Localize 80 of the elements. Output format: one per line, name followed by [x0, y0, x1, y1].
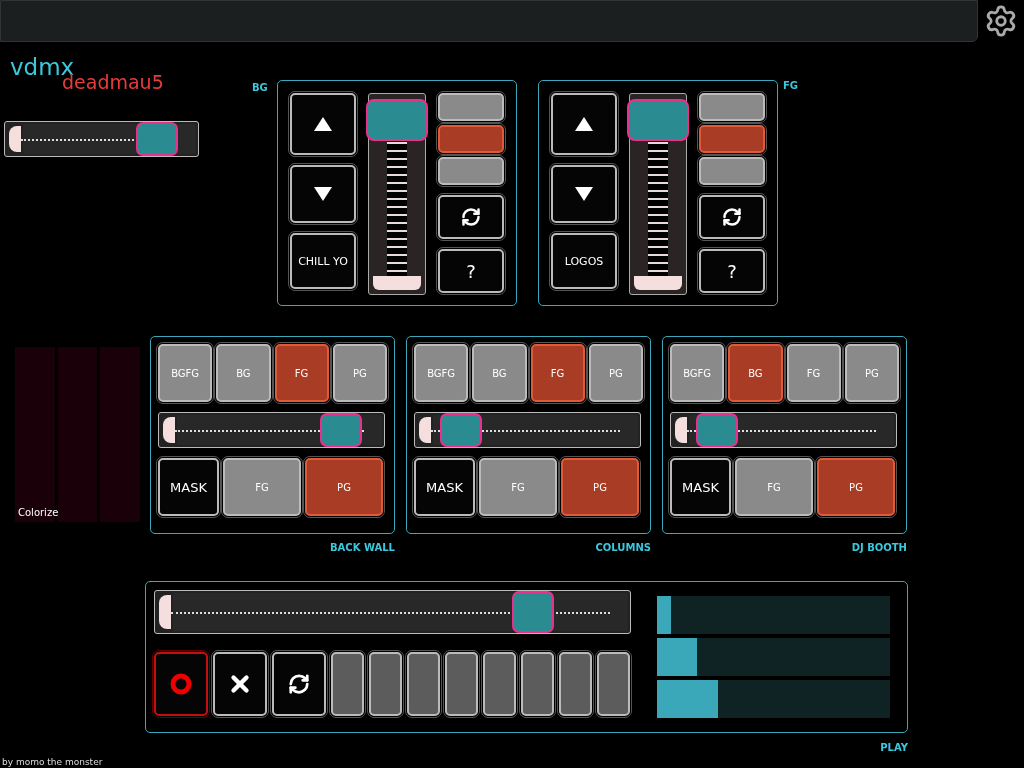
- pad-button[interactable]: [445, 652, 478, 716]
- slider-end-cap: [9, 126, 21, 152]
- fader-thumb[interactable]: [627, 98, 689, 141]
- zone-label: COLUMNS: [595, 542, 651, 553]
- slider-end-cap: [159, 595, 171, 629]
- panel-label: FG: [783, 80, 799, 91]
- colorize-label: Colorize: [18, 507, 59, 518]
- source-button[interactable]: PG: [588, 344, 643, 402]
- source-button[interactable]: FG: [274, 344, 329, 402]
- record-button[interactable]: [154, 652, 208, 716]
- up-arrow-icon: [575, 117, 593, 131]
- slider-thumb[interactable]: [439, 413, 482, 447]
- source-button[interactable]: BGFG: [158, 344, 213, 402]
- slider-thumb[interactable]: [320, 413, 363, 447]
- toggle-button[interactable]: [438, 93, 504, 121]
- record-icon: [170, 673, 192, 695]
- clear-button[interactable]: [213, 652, 267, 716]
- pad-button[interactable]: [331, 652, 364, 716]
- toggle-button[interactable]: [699, 157, 765, 185]
- up-button[interactable]: [551, 93, 617, 155]
- pad-button[interactable]: [597, 652, 630, 716]
- zone-label: BACK WALL: [330, 542, 395, 553]
- mask-button[interactable]: MASK: [414, 458, 475, 516]
- slider-thumb[interactable]: [135, 122, 178, 156]
- pad-button[interactable]: [483, 652, 516, 716]
- help-button[interactable]: ?: [699, 249, 765, 293]
- refresh-icon: [722, 207, 742, 227]
- output-button[interactable]: PG: [817, 458, 895, 516]
- colorize-meter[interactable]: Colorize: [15, 347, 140, 522]
- toggle-button[interactable]: [699, 125, 765, 153]
- slider-end-cap: [163, 417, 175, 443]
- fader-end-cap: [373, 276, 421, 290]
- settings-icon[interactable]: [984, 4, 1018, 38]
- source-button[interactable]: PG: [332, 344, 387, 402]
- toggle-button[interactable]: [438, 125, 504, 153]
- source-button[interactable]: PG: [844, 344, 899, 402]
- credit-text: by momo the monster: [2, 757, 103, 767]
- slider-end-cap: [675, 417, 687, 443]
- refresh-icon: [461, 207, 481, 227]
- output-button[interactable]: FG: [479, 458, 557, 516]
- refresh-button[interactable]: [699, 195, 765, 239]
- pad-button[interactable]: [369, 652, 402, 716]
- zone-label: DJ BOOTH: [851, 542, 907, 553]
- up-arrow-icon: [314, 117, 332, 131]
- mask-button[interactable]: MASK: [670, 458, 731, 516]
- pad-button[interactable]: [559, 652, 592, 716]
- panel-label: PLAY: [880, 742, 908, 753]
- source-button[interactable]: BG: [472, 344, 527, 402]
- preset-button[interactable]: LOGOS: [551, 233, 617, 289]
- source-button[interactable]: FG: [530, 344, 585, 402]
- down-arrow-icon: [575, 187, 593, 201]
- slider-thumb[interactable]: [695, 413, 738, 447]
- refresh-button[interactable]: [438, 195, 504, 239]
- slider-end-cap: [419, 417, 431, 443]
- down-arrow-icon: [314, 187, 332, 201]
- output-button[interactable]: FG: [735, 458, 813, 516]
- down-button[interactable]: [551, 165, 617, 223]
- toggle-button[interactable]: [438, 157, 504, 185]
- source-button[interactable]: BG: [216, 344, 271, 402]
- mask-button[interactable]: MASK: [158, 458, 219, 516]
- refresh-button[interactable]: [272, 652, 326, 716]
- slider-thumb[interactable]: [511, 591, 554, 633]
- down-button[interactable]: [290, 165, 356, 223]
- fader-thumb[interactable]: [366, 98, 428, 141]
- fader-end-cap: [634, 276, 682, 290]
- output-button[interactable]: PG: [561, 458, 639, 516]
- pad-button[interactable]: [407, 652, 440, 716]
- output-button[interactable]: FG: [223, 458, 301, 516]
- refresh-icon: [288, 673, 310, 695]
- up-button[interactable]: [290, 93, 356, 155]
- source-button[interactable]: BG: [728, 344, 783, 402]
- source-button[interactable]: BGFG: [670, 344, 725, 402]
- panel-label: BG: [252, 82, 268, 93]
- toggle-button[interactable]: [699, 93, 765, 121]
- pad-button[interactable]: [521, 652, 554, 716]
- source-button[interactable]: FG: [786, 344, 841, 402]
- source-button[interactable]: BGFG: [414, 344, 469, 402]
- help-button[interactable]: ?: [438, 249, 504, 293]
- preset-button[interactable]: CHILL YO: [290, 233, 356, 289]
- output-button[interactable]: PG: [305, 458, 383, 516]
